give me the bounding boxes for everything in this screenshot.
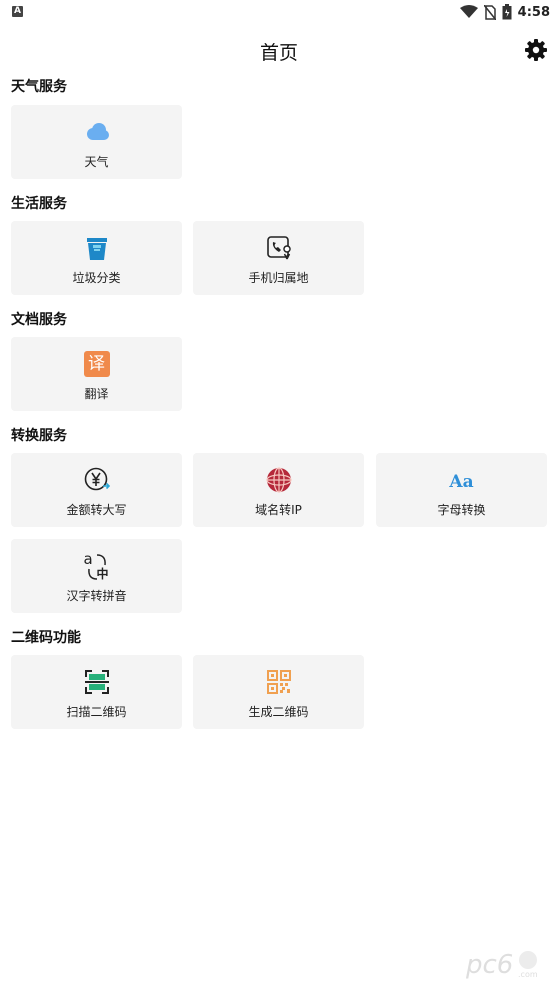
battery-icon — [502, 4, 512, 20]
letter-case-icon: Aa — [449, 472, 474, 492]
garbage-sort-label: 垃圾分类 — [72, 271, 121, 285]
weather-label: 天气 — [84, 155, 109, 169]
generate-qr-label: 生成二维码 — [248, 705, 309, 719]
scan-qr-icon — [84, 670, 109, 694]
scan-qr-label: 扫描二维码 — [66, 705, 127, 719]
wifi-icon — [459, 5, 478, 18]
cloud-icon — [86, 123, 109, 140]
phone-location-icon — [266, 236, 291, 260]
svg-text:.com: .com — [518, 970, 538, 979]
generate-qr-card[interactable]: 生成二维码 — [193, 655, 364, 729]
app-bar: 首页 — [0, 24, 558, 76]
translate-icon: 译 — [83, 351, 110, 377]
amount-uppercase-label: 金额转大写 — [66, 503, 127, 517]
section-title-weather: 天气服务 — [11, 79, 67, 95]
no-sim-icon — [483, 4, 496, 20]
yuan-convert-icon — [84, 467, 110, 491]
clock: 4:58 — [517, 4, 550, 20]
page-title: 首页 — [259, 42, 298, 64]
hanzi-char: 中 — [96, 567, 109, 581]
hanzi-to-pinyin-label: 汉字转拼音 — [66, 589, 127, 603]
status-icons: 4:58 — [459, 3, 550, 21]
pinyin-letter: a — [83, 550, 93, 568]
settings-button[interactable] — [524, 38, 548, 62]
letter-convert-card[interactable]: Aa 字母转换 — [376, 453, 547, 527]
amount-uppercase-card[interactable]: 金额转大写 — [11, 453, 182, 527]
translate-label: 翻译 — [84, 387, 109, 401]
scan-qr-card[interactable]: 扫描二维码 — [11, 655, 182, 729]
section-title-convert: 转换服务 — [11, 428, 67, 444]
letter-convert-label: 字母转换 — [437, 503, 486, 517]
globe-icon — [265, 467, 292, 493]
trash-bin-icon — [86, 238, 107, 260]
svg-text:pc6: pc6 — [466, 950, 513, 980]
hanzi-to-pinyin-card[interactable]: a 中 汉字转拼音 — [11, 539, 182, 613]
watermark-logo: pc6 .com — [466, 950, 538, 980]
domain-to-ip-label: 域名转IP — [255, 503, 302, 517]
pinyin-icon: a 中 — [83, 550, 111, 581]
section-title-document: 文档服务 — [11, 312, 67, 328]
status-bar: A 4:58 — [0, 0, 558, 24]
garbage-sort-card[interactable]: 垃圾分类 — [11, 221, 182, 295]
weather-card[interactable]: 天气 — [11, 105, 182, 179]
phone-location-card[interactable]: 手机归属地 — [193, 221, 364, 295]
qr-code-icon — [266, 670, 291, 694]
notification-icon: A — [12, 6, 23, 17]
gear-icon — [525, 39, 547, 61]
translate-card[interactable]: 译 翻译 — [11, 337, 182, 411]
domain-to-ip-card[interactable]: 域名转IP — [193, 453, 364, 527]
section-title-qrcode: 二维码功能 — [11, 630, 81, 646]
phone-location-label: 手机归属地 — [248, 271, 309, 285]
section-title-life: 生活服务 — [11, 196, 67, 212]
